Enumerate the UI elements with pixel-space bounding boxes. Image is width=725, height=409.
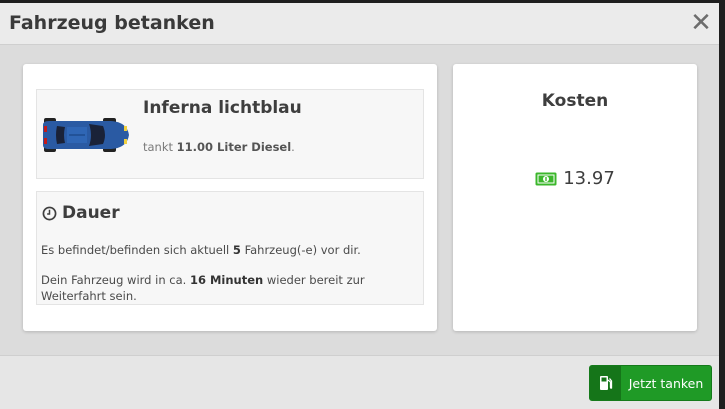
close-icon[interactable]: ✕	[689, 10, 713, 36]
duration-title: Dauer	[62, 203, 120, 223]
vehicle-name: Inferna lichtblau	[143, 98, 302, 118]
fuel-info-prefix: tankt	[143, 140, 174, 154]
fuel-pump-icon	[590, 366, 621, 400]
refuel-now-button[interactable]: Jetzt tanken	[589, 365, 712, 401]
modal-title: Fahrzeug betanken	[9, 12, 215, 34]
ready-time: 16 Minuten	[189, 273, 264, 287]
fuel-info-suffix: .	[291, 140, 295, 154]
queue-count: 5	[232, 243, 241, 257]
costs-title: Kosten	[541, 91, 609, 111]
costs-panel: Kosten 13.97	[453, 64, 697, 331]
refuel-modal: Fahrzeug betanken ✕ Inferna lichtblau ta…	[0, 3, 719, 409]
queue-text: Es befindet/befinden sich aktuell 5 Fahr…	[41, 243, 361, 257]
cost-row: 13.97	[453, 168, 697, 189]
ready-time-text: Dein Fahrzeug wird in ca. 16 Minuten wie…	[41, 272, 391, 304]
clock-icon	[42, 206, 57, 220]
car-top-view-icon	[43, 118, 129, 152]
modal-body: Inferna lichtblau tankt 11.00 Liter Dies…	[0, 46, 719, 355]
fuel-amount: 11.00 Liter Diesel	[176, 140, 292, 154]
duration-info: Dauer Es befindet/befinden sich aktuell …	[36, 191, 424, 305]
cost-value: 13.97	[563, 168, 615, 189]
vehicle-info: Inferna lichtblau tankt 11.00 Liter Dies…	[36, 89, 424, 179]
vehicle-fuel-info: tankt 11.00 Liter Diesel.	[143, 140, 295, 154]
modal-header: Fahrzeug betanken ✕	[0, 3, 719, 45]
ready-text-prefix: Dein Fahrzeug wird in ca.	[41, 273, 187, 287]
queue-text-suffix: Fahrzeug(-e) vor dir.	[244, 243, 361, 257]
modal-footer: Jetzt tanken	[0, 355, 719, 409]
vehicle-panel: Inferna lichtblau tankt 11.00 Liter Dies…	[23, 64, 437, 331]
duration-header: Dauer	[42, 203, 120, 223]
refuel-now-label: Jetzt tanken	[628, 375, 704, 391]
money-bill-icon	[535, 172, 557, 185]
queue-text-prefix: Es befindet/befinden sich aktuell	[41, 243, 230, 257]
